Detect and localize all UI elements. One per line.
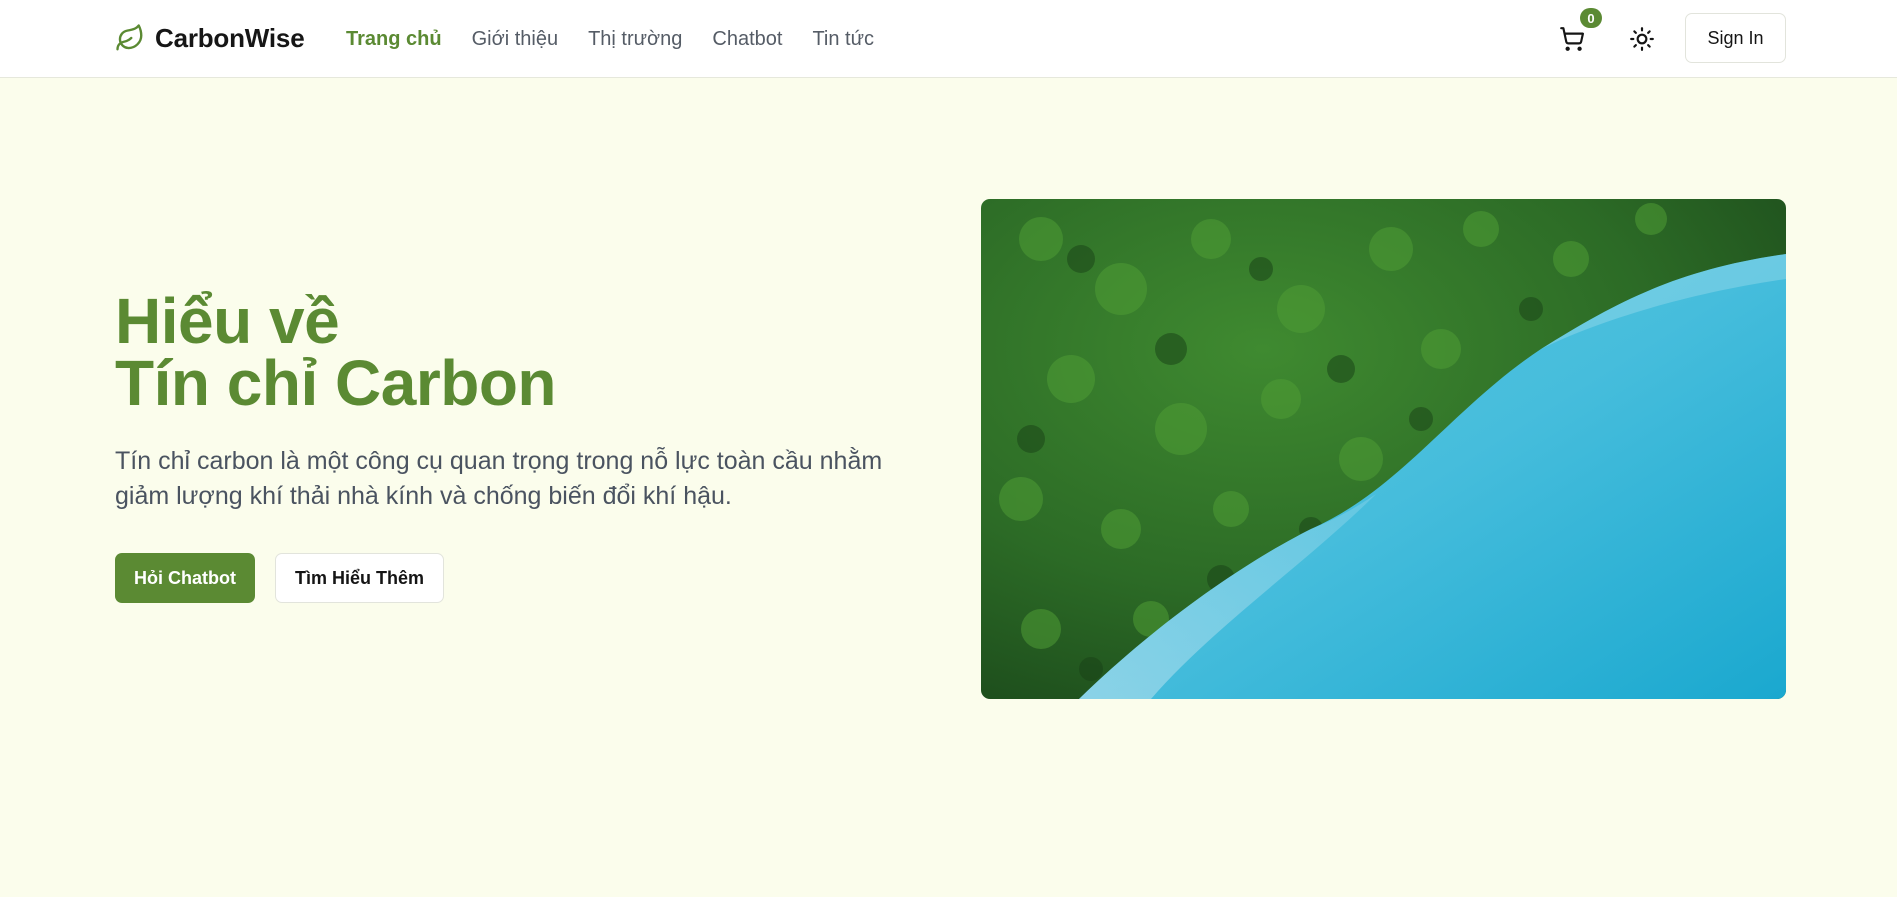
nav-link-chatbot[interactable]: Chatbot: [712, 28, 782, 51]
hero-title: Hiểu về Tín chỉ Carbon: [115, 285, 557, 419]
brand-logo-link[interactable]: CarbonWise: [115, 22, 305, 54]
main-navigation: Trang chủ Giới thiệu Thị trường Chatbot …: [346, 24, 874, 54]
forest-lake-aerial-image: [981, 199, 1786, 699]
brand-name: CarbonWise: [155, 22, 305, 53]
hero-description: Tín chỉ carbon là một công cụ quan trọng…: [115, 447, 883, 510]
cart-count-badge: 0: [1580, 8, 1602, 28]
theme-toggle-button[interactable]: [1625, 22, 1659, 56]
top-navbar: CarbonWise Trang chủ Giới thiệu Thị trườ…: [0, 0, 1897, 78]
hero-title-line-2: Tín chỉ Carbon: [115, 347, 557, 419]
hero-image-forest-lake: [981, 199, 1786, 699]
nav-link-market[interactable]: Thị trường: [588, 28, 682, 51]
hero-title-line-1: Hiểu về: [115, 285, 340, 357]
learn-more-button[interactable]: Tìm Hiểu Thêm: [275, 553, 444, 603]
nav-link-about[interactable]: Giới thiệu: [472, 28, 558, 51]
sign-in-button[interactable]: Sign In: [1685, 13, 1786, 63]
cart-icon: [1560, 27, 1585, 51]
nav-link-news[interactable]: Tin tức: [812, 28, 874, 51]
cart-button[interactable]: [1555, 22, 1589, 56]
ask-chatbot-button[interactable]: Hỏi Chatbot: [115, 553, 255, 603]
leaf-icon: [116, 24, 143, 51]
nav-link-home[interactable]: Trang chủ: [346, 28, 442, 51]
sun-icon: [1630, 27, 1654, 51]
